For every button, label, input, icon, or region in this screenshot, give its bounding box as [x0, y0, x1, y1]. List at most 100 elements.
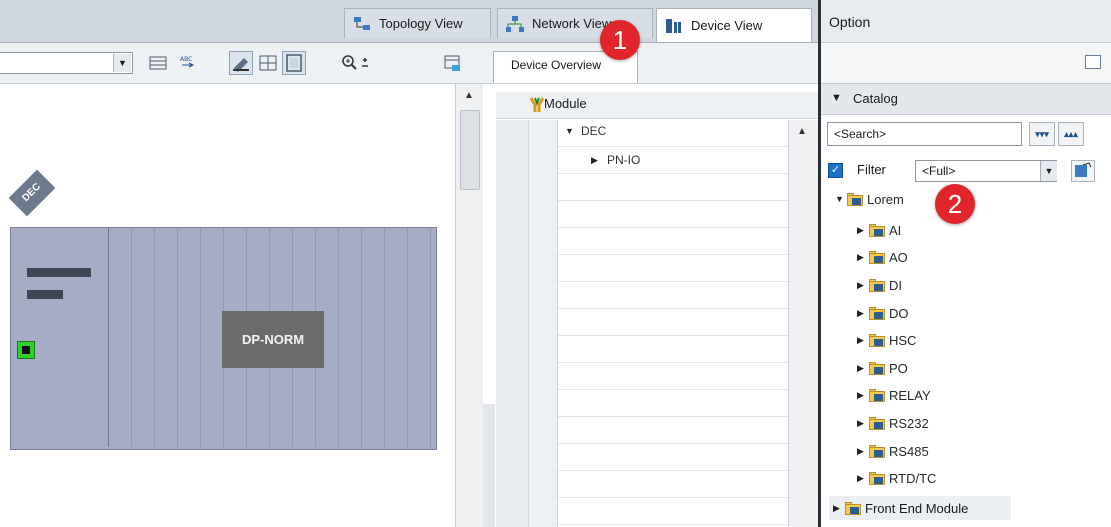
tab-network-label: Network View — [532, 16, 612, 31]
network-overview-button[interactable] — [146, 51, 170, 75]
folder-icon — [869, 361, 885, 375]
caret-right-icon[interactable]: ▶ — [857, 280, 865, 291]
caret-right-icon[interactable]: ▶ — [857, 225, 865, 236]
tree-item-ai[interactable]: ▶ AI — [857, 219, 901, 241]
folder-icon — [869, 416, 885, 430]
catalog-section-header[interactable]: ▼ Catalog — [821, 84, 1111, 115]
caret-right-icon[interactable]: ▶ — [857, 390, 865, 401]
caret-right-icon[interactable]: ▶ — [857, 473, 865, 484]
catalog-edit-button[interactable] — [1071, 160, 1095, 182]
tree-item-lorem[interactable]: ▼ Lorem — [835, 188, 904, 210]
caret-down-icon[interactable]: ▼ — [835, 194, 844, 204]
tree-label-lorem: Lorem — [867, 191, 904, 207]
folder-icon — [869, 444, 885, 458]
tree-item-di[interactable]: ▶ DI — [857, 274, 902, 296]
table-column-slot — [496, 120, 529, 527]
options-title: Option — [829, 14, 871, 30]
tree-item-rs232[interactable]: ▶ RS232 — [857, 412, 929, 434]
table-layout-button[interactable] — [256, 51, 280, 75]
column-header-module[interactable]: Module — [544, 96, 587, 111]
tree-label: DO — [889, 305, 909, 321]
tree-item-do[interactable]: ▶ DO — [857, 302, 909, 324]
device-rack[interactable]: DP-NORM — [10, 227, 437, 450]
table-row[interactable]: ▶ PN-IO — [591, 153, 640, 167]
svg-text:ABC: ABC — [180, 56, 192, 63]
tree-item-relay[interactable]: ▶ RELAY — [857, 384, 931, 406]
folder-icon — [869, 278, 885, 292]
caret-right-icon[interactable]: ▶ — [591, 155, 599, 166]
caret-right-icon[interactable]: ▶ — [857, 308, 865, 319]
overview-navigation-button[interactable] — [440, 51, 464, 75]
overview-left-splitter[interactable] — [483, 404, 495, 527]
canvas-vertical-scrollbar[interactable]: ▲ — [455, 84, 484, 527]
filter-dropdown[interactable]: <Full> — [915, 160, 1057, 182]
caret-right-icon[interactable]: ▶ — [857, 335, 865, 346]
tree-item-hsc[interactable]: ▶ HSC — [857, 329, 916, 351]
page-icon — [286, 54, 302, 72]
caret-down-icon[interactable]: ▼ — [565, 126, 574, 136]
navigation-icon — [444, 55, 460, 71]
table-row[interactable]: ▼ DEC — [565, 124, 606, 138]
tree-item-rs485[interactable]: ▶ RS485 — [857, 440, 929, 462]
scroll-up-arrow-icon[interactable]: ▲ — [460, 88, 478, 104]
tab-topology-view[interactable]: Topology View — [344, 8, 491, 38]
tree-item-rtd-tc[interactable]: ▶ RTD/TC — [857, 467, 936, 489]
filter-checkbox[interactable]: ✓ — [828, 163, 843, 178]
tree-label: AI — [889, 222, 902, 238]
dp-norm-module[interactable]: DP-NORM — [222, 311, 324, 368]
show-module-labels-button[interactable] — [229, 51, 253, 75]
page-layout-button[interactable] — [282, 51, 306, 75]
tree-item-front-end-module[interactable]: ▶ Front End Module — [829, 496, 1011, 520]
chevron-down-icon[interactable]: ▼ — [1040, 161, 1057, 181]
module-icon — [530, 97, 544, 112]
window-layout-icon[interactable] — [1085, 55, 1101, 69]
overview-vertical-scrollbar[interactable]: ▲ — [788, 120, 819, 527]
folder-icon — [845, 501, 861, 515]
row-label-dec: DEC — [581, 124, 607, 138]
zoom-icon — [342, 55, 368, 70]
caret-right-icon[interactable]: ▶ — [833, 503, 841, 514]
folder-icon — [847, 192, 863, 206]
filter-label: Filter — [857, 162, 886, 177]
zoom-button[interactable] — [338, 51, 372, 75]
catalog-search-input[interactable]: <Search> — [827, 122, 1022, 146]
device-canvas[interactable]: DEC DP-NORM — [0, 84, 455, 527]
caret-right-icon[interactable]: ▶ — [857, 418, 865, 429]
scroll-up-arrow-icon[interactable]: ▲ — [793, 124, 811, 140]
address-button[interactable]: ABC — [176, 51, 200, 75]
tree-label: RTD/TC — [889, 470, 937, 486]
device-view-icon — [665, 18, 683, 34]
search-down-button[interactable]: ▾▾▾ — [1029, 122, 1055, 146]
table-icon — [259, 55, 277, 71]
device-view-toolbar: ▼ ABC — [0, 43, 483, 84]
tree-label: RS485 — [889, 443, 929, 459]
editor-view-tabs: Topology View Network View Device View — [0, 0, 818, 43]
status-bar-short — [27, 290, 63, 299]
table-column-icon — [529, 120, 558, 527]
head-module[interactable] — [11, 228, 109, 447]
topology-icon — [353, 16, 371, 32]
tree-item-ao[interactable]: ▶ AO — [857, 246, 908, 268]
status-bar-long — [27, 268, 91, 277]
ethernet-port-icon[interactable] — [17, 341, 35, 359]
table-header: Module — [496, 92, 818, 119]
tab-device-view[interactable]: Device View — [656, 8, 812, 42]
caret-right-icon[interactable]: ▶ — [857, 446, 865, 457]
tree-label: RS232 — [889, 415, 929, 431]
caret-right-icon[interactable]: ▶ — [857, 363, 865, 374]
caret-right-icon[interactable]: ▶ — [857, 252, 865, 263]
tree-item-po[interactable]: ▶ PO — [857, 357, 908, 379]
tree-label: DI — [889, 277, 902, 293]
device-select-dropdown[interactable]: ▼ — [0, 52, 133, 74]
chevron-down-icon[interactable]: ▼ — [831, 92, 842, 104]
folder-icon — [869, 250, 885, 264]
scroll-thumb[interactable] — [460, 110, 480, 190]
search-down-icon: ▾▾▾ — [1035, 129, 1049, 139]
device-overview-header: Device Overview — [483, 43, 818, 84]
chevron-down-icon[interactable]: ▼ — [113, 54, 131, 72]
search-up-button[interactable]: ▴▴▴ — [1058, 122, 1084, 146]
folder-icon — [869, 333, 885, 347]
folder-icon — [869, 471, 885, 485]
tab-device-label: Device View — [691, 18, 763, 33]
device-name-tag[interactable]: DEC — [8, 169, 56, 217]
